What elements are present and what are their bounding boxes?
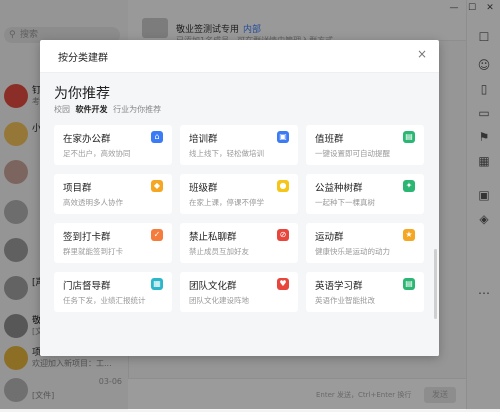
- group-type-icon: ●: [277, 180, 289, 192]
- group-template-card[interactable]: 英语学习群英语作业智能批改 ▤: [306, 272, 424, 312]
- card-title: 英语学习群: [315, 281, 363, 292]
- group-type-icon: ▣: [277, 131, 289, 143]
- group-type-icon: ⌂: [151, 131, 163, 143]
- card-title: 签到打卡群: [63, 232, 111, 243]
- card-title: 运动群: [315, 232, 344, 243]
- group-template-card[interactable]: 签到打卡群群里就能签到打卡 ✓: [54, 223, 172, 263]
- card-title: 团队文化群: [189, 281, 237, 292]
- group-template-card[interactable]: 培训群线上线下，轻松做培训 ▣: [180, 125, 298, 165]
- filter-suffix: 行业为你推荐: [113, 105, 162, 114]
- group-template-card[interactable]: 团队文化群团队文化建设阵地 ♥: [180, 272, 298, 312]
- card-description: 线上线下，轻松做培训: [189, 149, 264, 158]
- dialog-body: 为你推荐 校园 软件开发 行业为你推荐 在家办公群足不出户，高效协同 ⌂ 培训群线上…: [40, 73, 439, 356]
- group-template-card[interactable]: 班级群在家上课，停课不停学 ●: [180, 174, 298, 214]
- filter-label: 校园: [54, 105, 70, 114]
- card-description: 足不出户，高效协同: [63, 149, 131, 158]
- card-title: 培训群: [189, 134, 218, 145]
- group-type-icon: ★: [403, 229, 415, 241]
- card-description: 禁止成员互加好友: [189, 247, 249, 256]
- card-description: 高效透明多人协作: [63, 198, 123, 207]
- recommend-title: 为你推荐: [54, 86, 110, 102]
- group-template-card[interactable]: 在家办公群足不出户，高效协同 ⌂: [54, 125, 172, 165]
- group-type-icon: ✦: [403, 180, 415, 192]
- card-title: 禁止私聊群: [189, 232, 237, 243]
- group-template-card[interactable]: 公益种树群一起种下一棵真树 ✦: [306, 174, 424, 214]
- group-template-card[interactable]: 项目群高效透明多人协作 ◆: [54, 174, 172, 214]
- card-title: 在家办公群: [63, 134, 111, 145]
- group-type-icon: ♥: [277, 278, 289, 290]
- group-type-icon: ▦: [151, 278, 163, 290]
- card-title: 门店督导群: [63, 281, 111, 292]
- card-description: 在家上课，停课不停学: [189, 198, 264, 207]
- group-template-card[interactable]: 门店督导群任务下发，业绩汇报统计 ▦: [54, 272, 172, 312]
- card-title: 项目群: [63, 183, 92, 194]
- filter-active-industry[interactable]: 软件开发: [76, 105, 108, 114]
- group-type-icon: ▤: [403, 278, 415, 290]
- card-description: 任务下发，业绩汇报统计: [63, 296, 146, 305]
- group-type-icon: ◆: [151, 180, 163, 192]
- card-title: 公益种树群: [315, 183, 363, 194]
- dialog-header: 按分类建群 ×: [40, 40, 439, 73]
- card-description: 群里就能签到打卡: [63, 247, 123, 256]
- group-type-icon: ▤: [403, 131, 415, 143]
- group-template-card[interactable]: 运动群健康快乐是运动的动力 ★: [306, 223, 424, 263]
- card-description: 英语作业智能批改: [315, 296, 375, 305]
- card-title: 班级群: [189, 183, 218, 194]
- group-type-icon: ✓: [151, 229, 163, 241]
- group-template-card[interactable]: 禁止私聊群禁止成员互加好友 ⊘: [180, 223, 298, 263]
- group-type-icon: ⊘: [277, 229, 289, 241]
- group-template-card[interactable]: 值班群一键设置即可自动提醒 ▤: [306, 125, 424, 165]
- card-title: 值班群: [315, 134, 344, 145]
- dialog-title: 按分类建群: [58, 53, 108, 64]
- recommend-filter: 校园 软件开发 行业为你推荐: [54, 104, 161, 115]
- category-group-dialog: 按分类建群 × 为你推荐 校园 软件开发 行业为你推荐 在家办公群足不出户，高效…: [40, 40, 439, 356]
- card-description: 一键设置即可自动提醒: [315, 149, 390, 158]
- dialog-scrollbar[interactable]: [434, 249, 437, 319]
- card-description: 一起种下一棵真树: [315, 198, 375, 207]
- close-icon[interactable]: ×: [417, 47, 427, 61]
- card-description: 健康快乐是运动的动力: [315, 247, 390, 256]
- card-description: 团队文化建设阵地: [189, 296, 249, 305]
